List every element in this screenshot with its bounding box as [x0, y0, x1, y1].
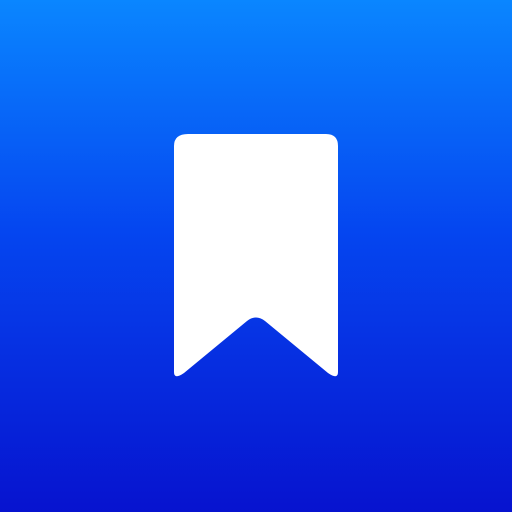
bookmark-shape: [174, 134, 338, 377]
bookmark-icon: [0, 0, 512, 512]
app-icon-tile: [0, 0, 512, 512]
